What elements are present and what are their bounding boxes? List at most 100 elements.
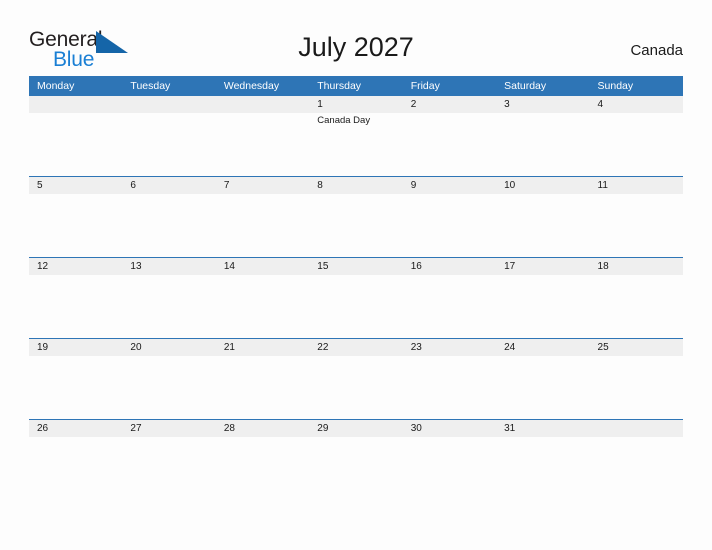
calendar-day-cell[interactable]: 23: [402, 339, 497, 419]
day-number: 20: [130, 342, 142, 353]
day-number: 23: [410, 342, 422, 353]
calendar-day-cell[interactable]: 30: [402, 420, 497, 500]
calendar-day-cell[interactable]: 2: [402, 96, 497, 176]
country-label: Canada: [630, 42, 683, 59]
day-number: 3: [504, 99, 510, 110]
day-number: 19: [37, 342, 49, 353]
weekday-header-wednesday: Wednesday: [223, 80, 280, 92]
day-number: 25: [597, 342, 609, 353]
day-number: 15: [317, 261, 329, 272]
day-number: 18: [597, 261, 609, 272]
page-header: General Blue July 2027 Canada: [0, 0, 712, 76]
weekday-header-friday: Friday: [410, 80, 440, 92]
day-number-band: [589, 420, 683, 437]
calendar-day-cell[interactable]: 6: [122, 177, 216, 257]
day-number-band: [589, 96, 683, 113]
calendar-day-cell[interactable]: [215, 96, 310, 176]
calendar-day-cell[interactable]: 10: [496, 177, 590, 257]
weekday-header-sunday: Sunday: [597, 80, 634, 92]
day-number-band: [29, 177, 123, 194]
day-number: 29: [317, 423, 329, 434]
calendar-day-cell[interactable]: 25: [589, 339, 683, 419]
calendar-day-cell[interactable]: 17: [496, 258, 590, 338]
calendar-day-cell[interactable]: 31: [496, 420, 590, 500]
page-title: July 2027: [298, 32, 414, 62]
calendar-day-cell[interactable]: 5: [29, 177, 123, 257]
calendar-day-cell[interactable]: 19: [29, 339, 123, 419]
day-number: 6: [130, 180, 136, 191]
day-number: 24: [504, 342, 516, 353]
day-number: 27: [130, 423, 142, 434]
day-number: 26: [37, 423, 49, 434]
day-number-band: [309, 177, 403, 194]
calendar-week-cells: 19 20 21 22 23 24 25: [29, 339, 683, 419]
calendar-week-row: 5 6 7 8 9 10 11: [29, 176, 683, 257]
weekday-header-row: Monday Tuesday Wednesday Thursday Friday…: [29, 76, 683, 96]
calendar-day-cell[interactable]: [589, 420, 683, 500]
calendar-page: General Blue July 2027 Canada Monday Tue…: [0, 0, 712, 550]
calendar-day-cell[interactable]: 22: [309, 339, 403, 419]
calendar-week-row: 26 27 28 29 30 31: [29, 419, 683, 500]
weekday-header-thursday: Thursday: [317, 80, 362, 92]
calendar-day-cell[interactable]: 24: [496, 339, 590, 419]
day-number-band: [122, 177, 216, 194]
calendar-week-cells: 1 Canada Day 2 3 4: [29, 96, 683, 176]
calendar-day-cell[interactable]: 28: [215, 420, 310, 500]
calendar-week-row: 12 13 14 15 16 17 18: [29, 257, 683, 338]
calendar-grid: Monday Tuesday Wednesday Thursday Friday…: [29, 76, 683, 500]
day-number-band: [29, 96, 123, 113]
day-number: 4: [597, 99, 604, 110]
weekday-header-saturday: Saturday: [504, 80, 547, 92]
calendar-day-cell[interactable]: 12: [29, 258, 123, 338]
calendar-day-cell[interactable]: 9: [402, 177, 497, 257]
calendar-day-cell[interactable]: 26: [29, 420, 123, 500]
calendar-day-cell[interactable]: 27: [122, 420, 216, 500]
day-events: Canada Day: [317, 114, 398, 127]
calendar-day-cell[interactable]: [122, 96, 216, 176]
calendar-day-cell[interactable]: 7: [215, 177, 310, 257]
day-number: 28: [223, 423, 235, 434]
calendar-week-cells: 5 6 7 8 9 10 11: [29, 177, 683, 257]
calendar-day-cell[interactable]: 14: [215, 258, 310, 338]
calendar-day-cell[interactable]: 20: [122, 339, 216, 419]
calendar-week-cells: 26 27 28 29 30 31: [29, 420, 683, 500]
day-number: 31: [504, 423, 516, 434]
calendar-day-cell[interactable]: [29, 96, 123, 176]
calendar-day-cell[interactable]: 29: [309, 420, 403, 500]
day-number: 1: [317, 99, 323, 110]
day-number: 22: [317, 342, 329, 353]
day-number: 2: [410, 99, 417, 110]
day-number: 11: [597, 180, 608, 191]
calendar-day-cell[interactable]: 18: [589, 258, 683, 338]
calendar-day-cell[interactable]: 4: [589, 96, 683, 176]
calendar-weeks: 1 Canada Day 2 3 4 5 6 7 8 9 10 11 12 13 14 15 16 17 18 19 2…: [29, 96, 683, 500]
calendar-day-cell[interactable]: 11: [589, 177, 683, 257]
calendar-day-cell[interactable]: 15: [309, 258, 403, 338]
day-number: 16: [410, 261, 422, 272]
calendar-week-row: 1 Canada Day 2 3 4: [29, 96, 683, 176]
day-number: 30: [410, 423, 422, 434]
day-number-band: [215, 96, 310, 113]
day-number-band: [122, 96, 216, 113]
weekday-header-tuesday: Tuesday: [130, 80, 171, 92]
calendar-day-cell[interactable]: 21: [215, 339, 310, 419]
day-number: 17: [504, 261, 516, 272]
calendar-week-cells: 12 13 14 15 16 17 18: [29, 258, 683, 338]
day-number-band: [402, 177, 497, 194]
day-number: 13: [130, 261, 142, 272]
calendar-day-cell[interactable]: 1 Canada Day: [309, 96, 403, 176]
day-number: 12: [37, 261, 49, 272]
calendar-day-cell[interactable]: 3: [496, 96, 590, 176]
day-event-item[interactable]: Canada Day: [317, 114, 398, 127]
calendar-day-cell[interactable]: 13: [122, 258, 216, 338]
day-number-band: [309, 96, 403, 113]
day-number: 10: [504, 180, 516, 191]
day-number-band: [496, 96, 590, 113]
day-number: 21: [223, 342, 235, 353]
calendar-day-cell[interactable]: 16: [402, 258, 497, 338]
day-number: 5: [37, 180, 43, 191]
day-number: 9: [410, 180, 417, 191]
calendar-day-cell[interactable]: 8: [309, 177, 403, 257]
day-number: 7: [223, 180, 230, 191]
day-number-band: [215, 177, 310, 194]
